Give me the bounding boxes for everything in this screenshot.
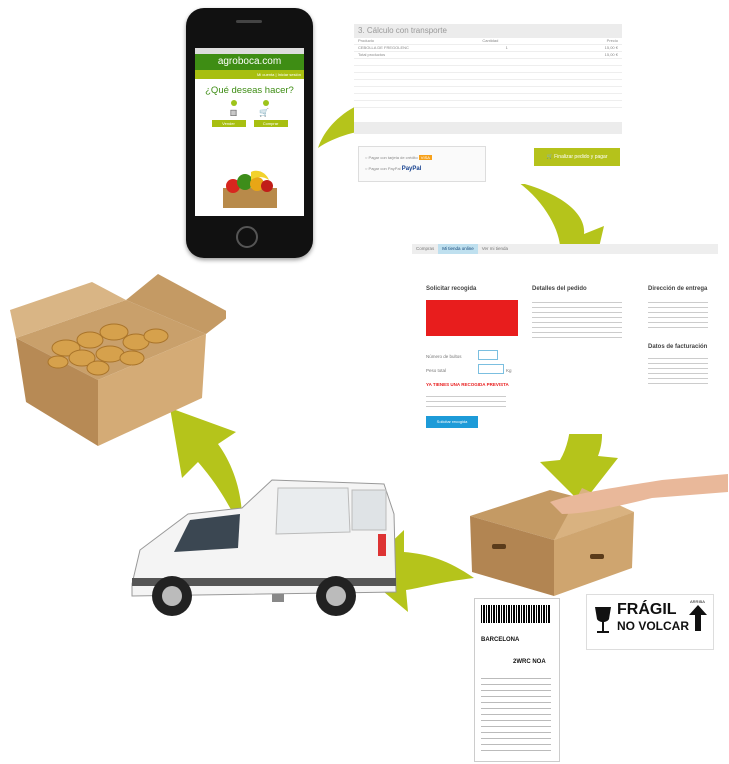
product-qty: 1 bbox=[505, 45, 508, 50]
facturacion-heading: Datos de facturación bbox=[648, 344, 708, 350]
submit-pickup-button[interactable]: Solicitar recogida bbox=[426, 416, 478, 428]
arriba-text: ARRIBA bbox=[690, 599, 705, 604]
sell-button[interactable]: Vender bbox=[211, 120, 246, 127]
peso-input[interactable] bbox=[478, 364, 504, 374]
pay-card-option[interactable]: ○ Pagar con tarjeta de crédito VISA bbox=[365, 155, 485, 160]
question-heading: ¿Qué deseas hacer? bbox=[205, 85, 294, 96]
warning-text: YA TIENES UNA RECOGIDA PREVISTA bbox=[426, 382, 509, 387]
total-row: Total productos 15,00 € bbox=[354, 52, 622, 59]
schedule-options[interactable] bbox=[426, 392, 506, 410]
checkout-heading: 3. Cálculo con transporte bbox=[354, 24, 622, 38]
filler-row bbox=[354, 59, 622, 66]
up-arrow-icon bbox=[689, 605, 707, 631]
detalles-heading: Detalles del pedido bbox=[532, 286, 587, 292]
payment-header bbox=[354, 122, 622, 134]
fragile-sticker: FRÁGIL NO VOLCAR ARRIBA bbox=[586, 594, 714, 650]
barcode-icon: ▥ bbox=[229, 108, 238, 117]
col-quantity: Cantidad bbox=[482, 38, 499, 43]
peso-label: Peso total bbox=[426, 368, 447, 373]
brand-logo: agroboca.com bbox=[195, 54, 304, 70]
total-label: Total productos bbox=[358, 52, 386, 57]
filler-row bbox=[354, 87, 622, 94]
filler-row bbox=[354, 80, 622, 87]
label-fine-print bbox=[481, 673, 551, 755]
option-buttons: Vender Comprar bbox=[195, 120, 304, 127]
order-details-text bbox=[532, 298, 622, 338]
total-value: 15,00 € bbox=[604, 52, 618, 57]
shipping-label: BARCELONA 2WRC NOA bbox=[474, 598, 560, 762]
option-dots bbox=[195, 100, 304, 106]
checkout-row: CEBOLLA DE FREGOLENC 1 15,00 € bbox=[354, 45, 622, 52]
checkout-columns: Producto Cantidad Precio bbox=[354, 38, 622, 45]
fragile-text: FRÁGIL bbox=[617, 601, 677, 618]
tab-ver-tienda[interactable]: Ver mi tienda bbox=[478, 244, 512, 254]
direccion-heading: Dirección de entrega bbox=[648, 286, 708, 292]
tab-mi-tienda[interactable]: Mi tienda online bbox=[438, 244, 478, 254]
phone-speaker bbox=[236, 20, 262, 23]
billing-text bbox=[648, 354, 708, 384]
filler-row bbox=[354, 94, 622, 101]
col-price: Precio bbox=[606, 38, 618, 43]
broken-glass-icon bbox=[595, 607, 611, 633]
vegetable-crate-image bbox=[223, 170, 277, 208]
payment-options: ○ Pagar con tarjeta de crédito VISA ○ Pa… bbox=[358, 146, 486, 182]
alert-box bbox=[426, 300, 518, 336]
address-text bbox=[648, 298, 708, 328]
filler-row bbox=[354, 101, 622, 108]
pickup-screenshot: Compras Mi tienda online Ver mi tienda S… bbox=[412, 244, 718, 434]
filler-row bbox=[354, 66, 622, 73]
col-product: Producto bbox=[358, 38, 375, 43]
phone-screen: agroboca.com Mi cuenta | Iniciar sesión … bbox=[195, 48, 304, 216]
smartphone: agroboca.com Mi cuenta | Iniciar sesión … bbox=[186, 8, 313, 258]
no-volcar-text: NO VOLCAR bbox=[617, 619, 689, 633]
pay-button[interactable]: 🛒 Finalizar pedido y pagar bbox=[534, 148, 620, 166]
tab-compras[interactable]: Compras bbox=[412, 244, 438, 254]
pay-paypal-option[interactable]: ○ Pagar con PayPal PayPal bbox=[365, 166, 485, 172]
potato-box-image bbox=[10, 274, 226, 446]
menu-bar[interactable]: Mi cuenta | Iniciar sesión bbox=[195, 70, 304, 79]
closing-box-image bbox=[470, 474, 728, 596]
home-button bbox=[236, 226, 258, 248]
bultos-input[interactable] bbox=[478, 350, 498, 360]
checkout-screenshot: 3. Cálculo con transporte Producto Cantid… bbox=[354, 24, 622, 184]
bultos-label: Número de bultos bbox=[426, 354, 462, 359]
cart-icon: 🛒 bbox=[259, 108, 270, 117]
paypal-logo: PayPal bbox=[401, 166, 422, 172]
barcode bbox=[481, 605, 551, 623]
store-tabs: Compras Mi tienda online Ver mi tienda bbox=[412, 244, 718, 254]
product-name: CEBOLLA DE FREGOLENC bbox=[358, 45, 409, 50]
delivery-van-image bbox=[131, 479, 397, 616]
menu-links[interactable]: Mi cuenta | Iniciar sesión bbox=[257, 72, 301, 77]
buy-button[interactable]: Comprar bbox=[253, 120, 288, 127]
peso-unit: Kg bbox=[506, 368, 512, 373]
solicitar-heading: Solicitar recogida bbox=[426, 286, 477, 292]
option-icons: ▥ 🛒 bbox=[195, 108, 304, 117]
product-price: 15,00 € bbox=[604, 45, 618, 50]
route-code: 2WRC NOA bbox=[513, 659, 546, 665]
destination-city: BARCELONA bbox=[481, 637, 520, 643]
filler-row bbox=[354, 73, 622, 80]
